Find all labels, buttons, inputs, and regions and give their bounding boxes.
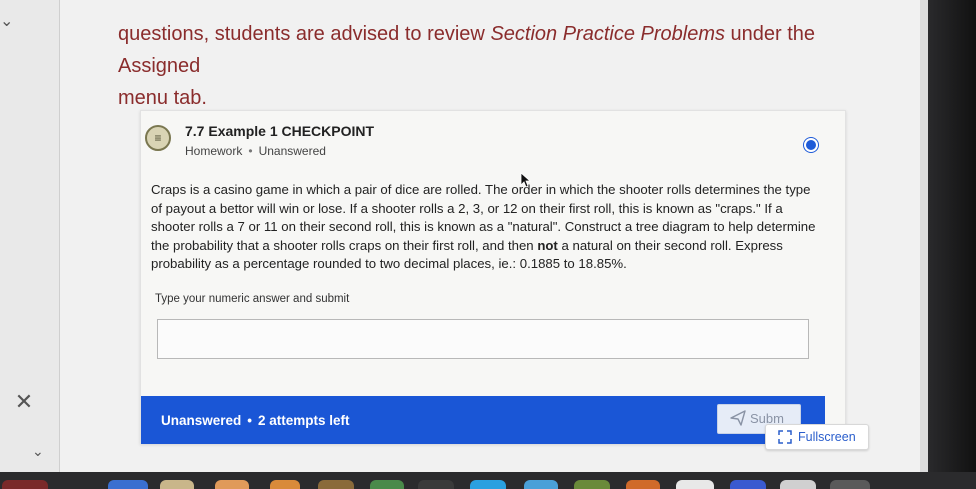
card-type: Homework — [185, 144, 243, 158]
fullscreen-button[interactable]: Fullscreen — [765, 424, 869, 450]
dock-app-icon[interactable] — [2, 480, 48, 489]
answer-label: Type your numeric answer and submit — [155, 293, 350, 305]
dock-app-icon[interactable] — [574, 480, 610, 489]
dock-app-icon[interactable] — [470, 480, 506, 489]
mouse-cursor-icon — [520, 172, 532, 188]
dock-app-icon[interactable] — [270, 480, 300, 489]
attempts-left: 2 attempts left — [258, 413, 350, 428]
card-meta: Homework • Unanswered — [185, 144, 326, 158]
screen: ⌄ ✕ ⌄ questions, students are advised to… — [0, 0, 930, 472]
send-icon — [730, 410, 746, 426]
separator-dot: • — [247, 413, 253, 428]
intro-line1-emph: Section Practice Problems — [490, 23, 725, 45]
dock-app-icon[interactable] — [215, 480, 249, 489]
card-title: 7.7 Example 1 CHECKPOINT — [185, 123, 375, 139]
footer-status-text: Unanswered — [161, 413, 242, 428]
intro-text: questions, students are advised to revie… — [118, 18, 878, 114]
dock-app-icon[interactable] — [524, 480, 558, 489]
question-text: Craps is a casino game in which a pair o… — [151, 181, 823, 274]
left-panel: ⌄ ✕ ⌄ — [0, 0, 60, 472]
fullscreen-label: Fullscreen — [798, 430, 856, 444]
dock-app-icon[interactable] — [780, 480, 816, 489]
footer-status: Unanswered • 2 attempts left — [161, 413, 350, 428]
dock-app-icon[interactable] — [160, 480, 194, 489]
content-area: questions, students are advised to revie… — [60, 0, 920, 472]
chevron-down-icon[interactable]: ⌄ — [0, 14, 16, 30]
expand-icon — [778, 430, 792, 444]
dock-app-icon[interactable] — [676, 480, 714, 489]
footer-bar: Unanswered • 2 attempts left Subm — [141, 396, 825, 444]
dock-app-icon[interactable] — [730, 480, 766, 489]
status-indicator — [804, 138, 818, 152]
card-status: Unanswered — [258, 144, 326, 158]
intro-line1-prefix: questions, students are advised to revie… — [118, 23, 491, 45]
dock-app-icon[interactable] — [830, 480, 870, 489]
monitor-bezel — [928, 0, 976, 489]
dock-app-icon[interactable] — [418, 480, 454, 489]
separator-dot: • — [248, 144, 253, 158]
question-bold: not — [537, 237, 558, 253]
checkpoint-card: ≡ 7.7 Example 1 CHECKPOINT Homework • Unan… — [140, 110, 846, 444]
dock-app-icon[interactable] — [370, 480, 404, 489]
chevron-down-icon[interactable]: ⌄ — [32, 444, 48, 458]
dock-app-icon[interactable] — [318, 480, 354, 489]
dock-app-icon[interactable] — [626, 480, 660, 489]
close-icon[interactable]: ✕ — [14, 391, 34, 413]
list-icon: ≡ — [145, 125, 171, 151]
dock-app-icon[interactable] — [108, 480, 148, 489]
answer-input[interactable] — [157, 319, 809, 359]
